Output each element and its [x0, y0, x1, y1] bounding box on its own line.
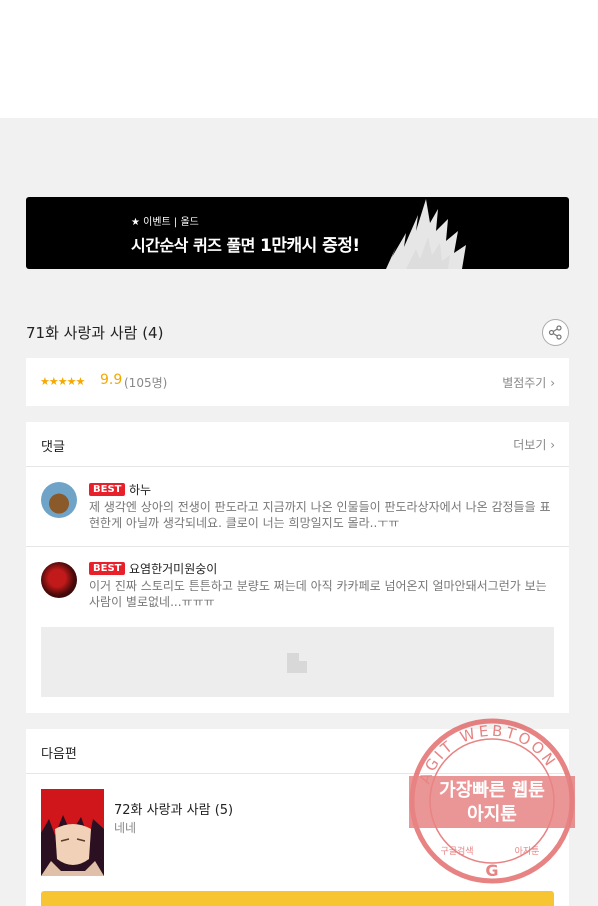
- stamp-line2: 아지툰: [467, 804, 517, 825]
- next-episode-title[interactable]: 72화 사랑과 사람 (5): [114, 799, 233, 818]
- event-banner[interactable]: ★ 이벤트 | 올드 시간순삭 퀴즈 풀면 1만캐시 증정!: [26, 197, 569, 269]
- rating-count: (105명): [124, 376, 168, 390]
- stamp-line1: 가장빠른 웹툰: [439, 780, 545, 801]
- best-badge: BEST: [89, 562, 126, 575]
- best-badge: BEST: [89, 483, 126, 496]
- comment-item[interactable]: BEST 하누 제 생각엔 상아의 전생이 판도라고 지금까지 나온 인물들이 …: [26, 467, 569, 547]
- chevron-right-icon: ›: [550, 438, 555, 452]
- next-episode-subtitle: 네네: [114, 821, 137, 835]
- share-icon: [548, 325, 562, 340]
- comment-text: 제 생각엔 상아의 전생이 판도라고 지금까지 나온 인물들이 판도라상자에서 …: [89, 500, 551, 530]
- google-icon: G: [485, 861, 498, 880]
- rate-button[interactable]: 별점주기 ›: [502, 374, 555, 391]
- comment-image-placeholder: [41, 627, 554, 697]
- watermark-stamp: AGIT WEBTOON 가장빠른 웹툰 아지툰 구글검색 아지툰 G: [409, 718, 575, 884]
- comments-card: 댓글 더보기 › BEST 하누 제 생각엔 상아의 전생이 판도라고 지금까지…: [26, 422, 569, 713]
- comment-item[interactable]: BEST 요염한거미원숭이 이거 진짜 스토리도 튼튼하고 분량도 쩌는데 아직…: [26, 548, 569, 628]
- avatar: [41, 482, 77, 518]
- stamp-bottom-left: 구글검색: [440, 845, 473, 857]
- comment-text: 이거 진짜 스토리도 튼튼하고 분량도 쩌는데 아직 카카페로 넘어온지 얼마안…: [89, 579, 547, 609]
- next-episode-thumbnail[interactable]: [41, 789, 104, 876]
- rating-score: 9.9: [100, 372, 123, 388]
- avatar: [41, 562, 77, 598]
- image-placeholder-icon: [287, 653, 307, 673]
- chevron-right-icon: ›: [550, 376, 555, 390]
- comments-header: 댓글 더보기 ›: [26, 422, 569, 467]
- next-title-header: 다음편: [41, 747, 77, 762]
- next-episode-button[interactable]: [41, 891, 554, 906]
- share-button[interactable]: [542, 319, 569, 346]
- comments-more-button[interactable]: 더보기 ›: [513, 436, 555, 453]
- stamp-bottom-right: 아지툰: [515, 846, 540, 857]
- episode-title: 71화 사랑과 사람 (4): [26, 324, 164, 342]
- banner-main-text: 시간순삭 퀴즈 풀면 1만캐시 증정!: [131, 236, 360, 256]
- comment-nickname: 요염한거미원숭이: [129, 562, 218, 576]
- fire-icon: [386, 199, 466, 269]
- banner-small-text: ★ 이벤트 | 올드: [131, 217, 199, 228]
- comment-nickname: 하누: [129, 483, 152, 497]
- top-blank-area: [0, 0, 598, 118]
- rating-card: ★★★★★ 9.9 (105명) 별점주기 ›: [26, 358, 569, 406]
- rating-stars: ★★★★★: [40, 375, 85, 388]
- comments-title: 댓글: [41, 440, 65, 455]
